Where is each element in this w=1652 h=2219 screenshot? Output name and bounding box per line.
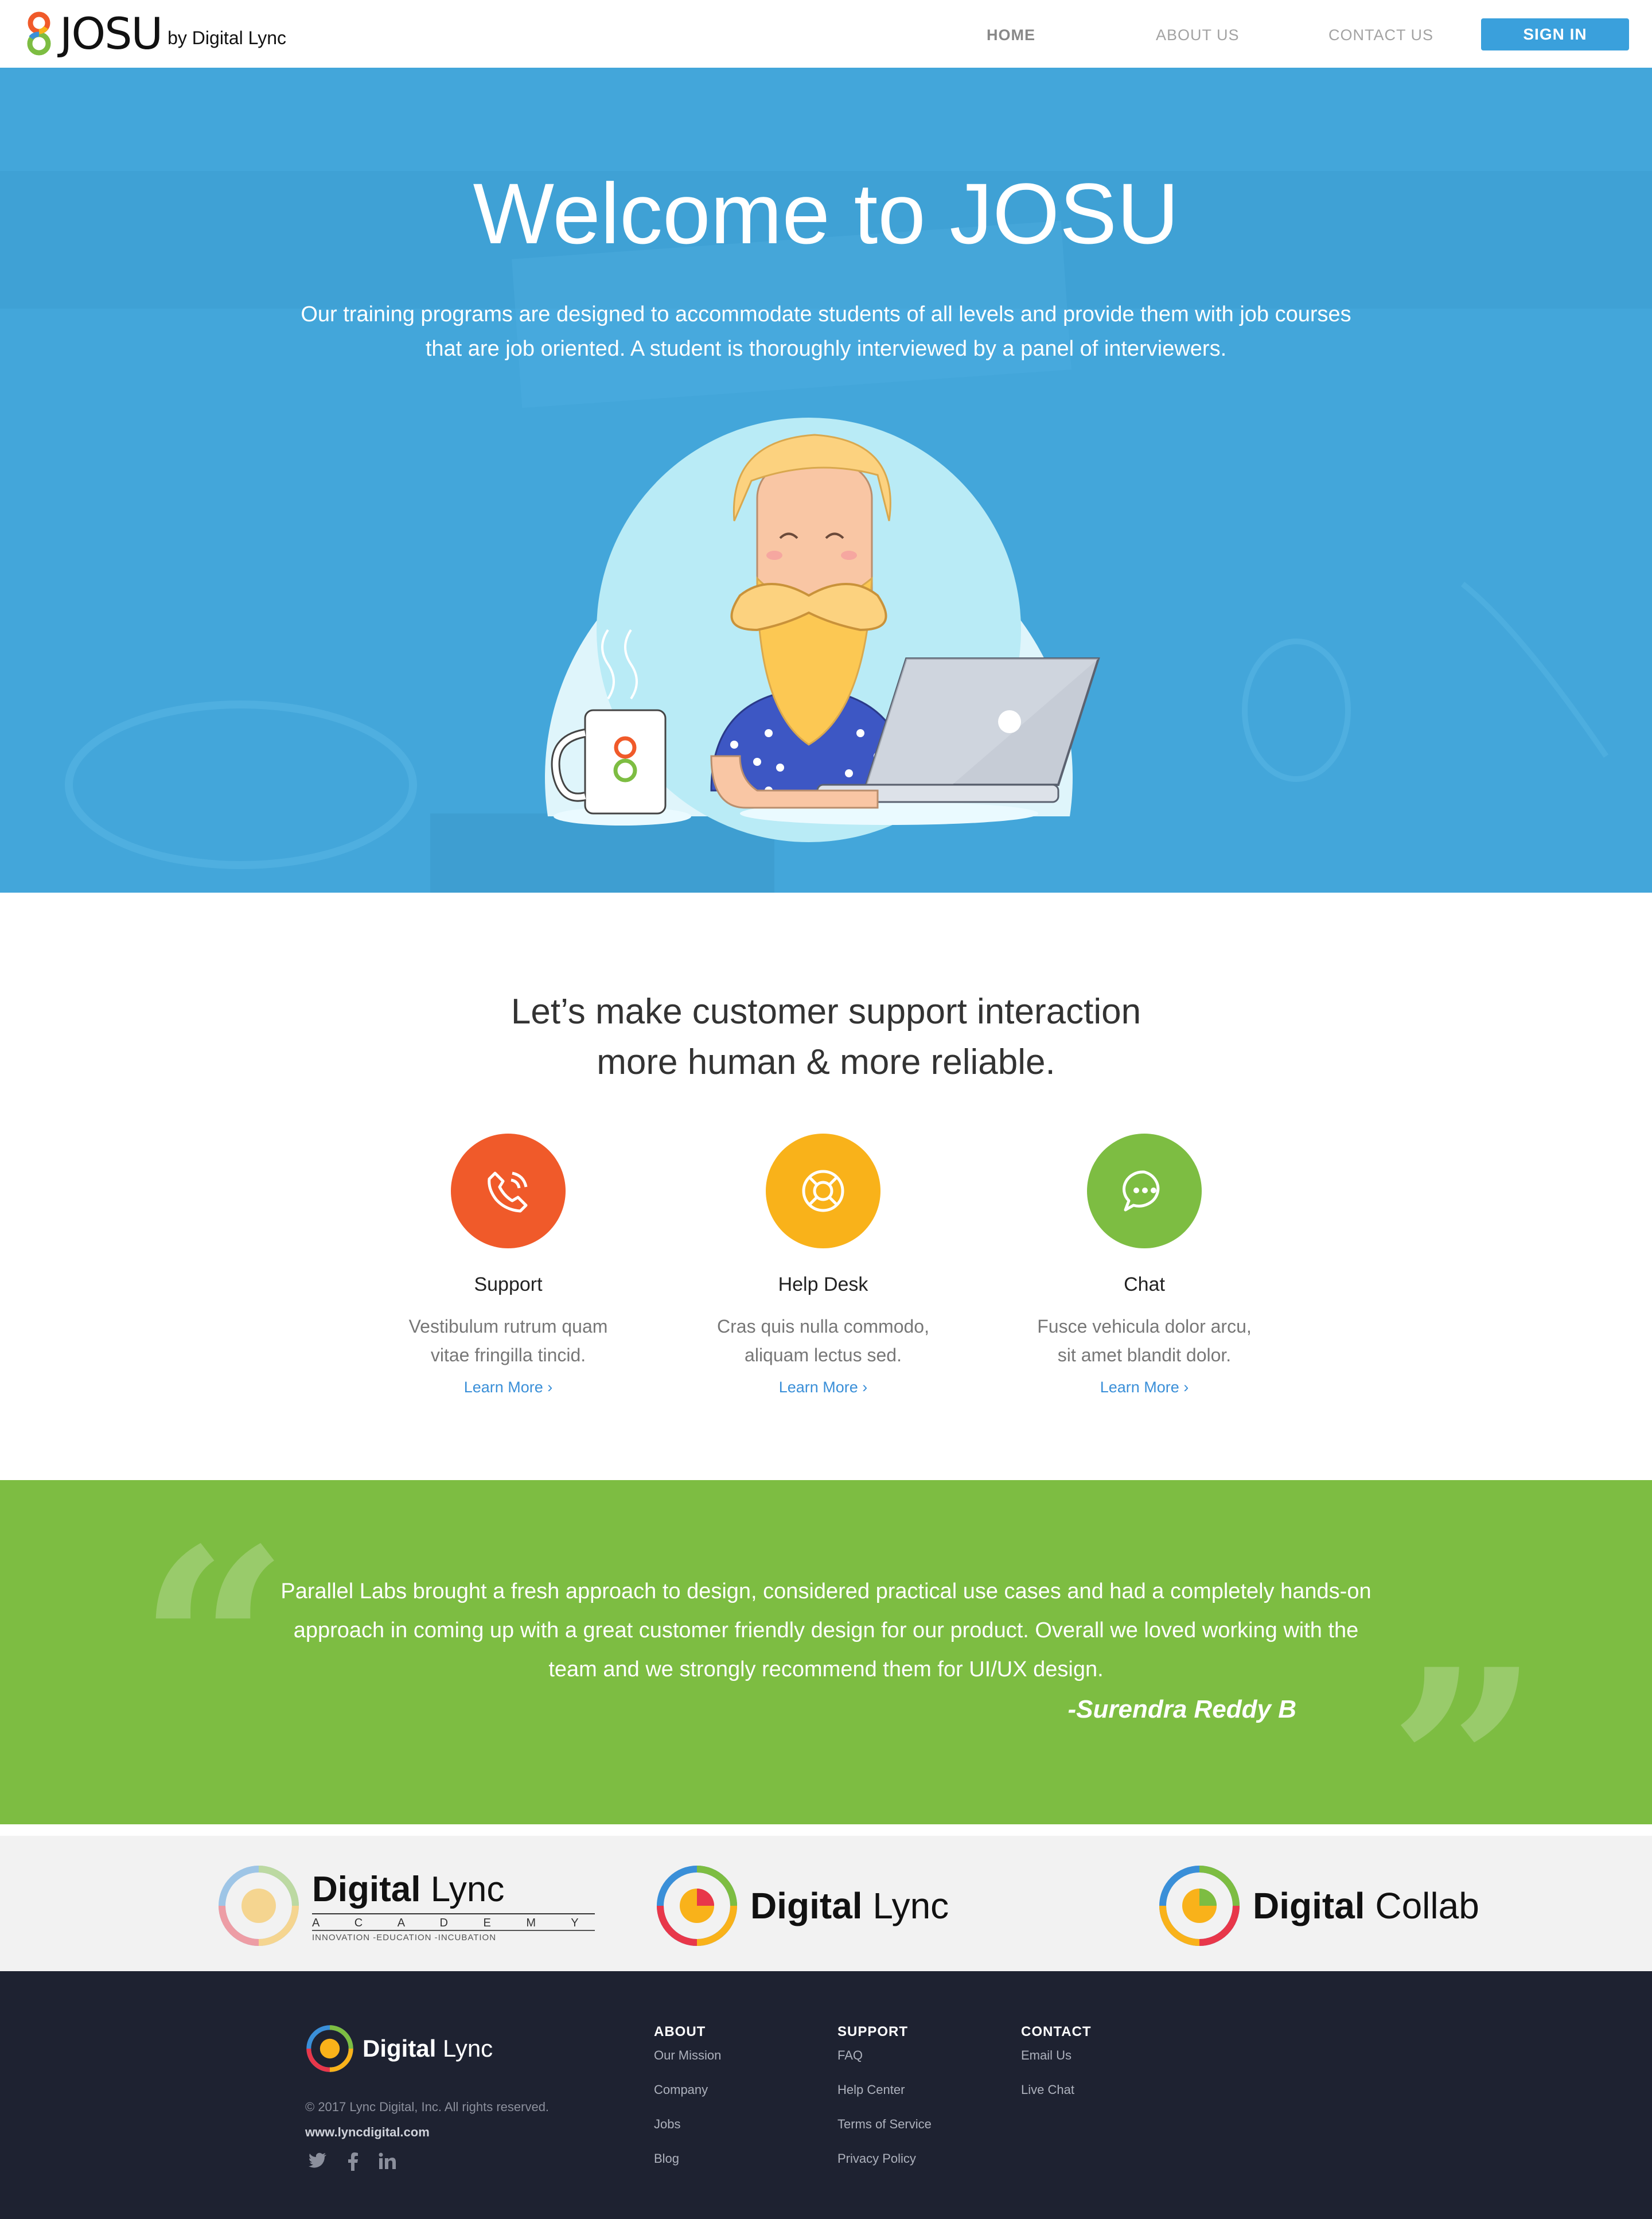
digital-lync-wordmark: Digital Lync <box>750 1885 949 1926</box>
feature-title: Support <box>474 1274 543 1295</box>
feature-desc-line2: aliquam lectus sed. <box>745 1345 902 1365</box>
phone-icon <box>488 1171 528 1213</box>
feature-support: Support Vestibulum rutrum quam vitae fri… <box>359 1134 657 1396</box>
nav-contact-us[interactable]: CONTACT US <box>1328 26 1433 44</box>
digital-lync-academy-icon <box>219 1866 299 1946</box>
learn-more-link[interactable]: Learn More › <box>464 1379 553 1396</box>
josu-logo-icon <box>27 11 51 56</box>
nav-about-us[interactable]: ABOUT US <box>1156 26 1240 44</box>
footer-col-about: ABOUT Our Mission Company Jobs Blog <box>654 2024 721 2186</box>
academy-tagline: INNOVATION -EDUCATION -INCUBATION <box>312 1930 595 1942</box>
feature-description: Cras quis nulla commodo, aliquam lectus … <box>674 1312 972 1369</box>
testimonial-text: Parallel Labs brought a fresh approach t… <box>252 1572 1400 1689</box>
feature-chat: Chat Fusce vehicula dolor arcu, sit amet… <box>995 1134 1293 1396</box>
help-desk-badge[interactable] <box>766 1134 880 1248</box>
support-badge[interactable] <box>451 1134 566 1248</box>
footer-link[interactable]: Privacy Policy <box>837 2151 932 2166</box>
digital-collab-icon <box>1159 1866 1240 1946</box>
digital-lync-logo[interactable]: Digital Lync <box>654 1860 949 1952</box>
footer-link[interactable]: Terms of Service <box>837 2117 932 2132</box>
nav-home[interactable]: HOME <box>987 26 1035 44</box>
facebook-icon[interactable] <box>348 2152 358 2171</box>
learn-more-link[interactable]: Learn More › <box>1100 1379 1189 1396</box>
logo-byline: by Digital Lync <box>167 27 287 48</box>
digital-collab-logo[interactable]: Digital Collab <box>1156 1860 1479 1952</box>
footer-logo[interactable]: Digital Lync <box>305 2024 493 2073</box>
feature-description: Vestibulum rutrum quam vitae fringilla t… <box>359 1312 657 1369</box>
feature-description: Fusce vehicula dolor arcu, sit amet blan… <box>995 1312 1293 1369</box>
feature-desc-line1: Cras quis nulla commodo, <box>717 1316 929 1337</box>
twitter-icon[interactable] <box>309 2152 327 2169</box>
digital-lync-academy-logo[interactable]: Digital Lync A C A D E M Y INNOVATION -E… <box>216 1860 595 1952</box>
footer-link[interactable]: Live Chat <box>1021 2082 1092 2097</box>
feature-desc-line1: Vestibulum rutrum quam <box>408 1316 608 1337</box>
testimonial-line3: team and we strongly recommend them for … <box>548 1657 1104 1681</box>
digital-lync-icon <box>657 1866 737 1946</box>
footer-link[interactable]: Email Us <box>1021 2048 1092 2063</box>
testimonial-author: -Surendra Reddy B <box>1067 1695 1296 1723</box>
footer-link[interactable]: Blog <box>654 2151 721 2166</box>
partner-logos: Digital Lync A C A D E M Y INNOVATION -E… <box>0 1836 1652 1971</box>
social-links <box>309 2152 396 2171</box>
website-link[interactable]: www.lyncdigital.com <box>305 2125 430 2140</box>
footer-col-contact: CONTACT Email Us Live Chat <box>1021 2024 1092 2117</box>
learn-more-link[interactable]: Learn More › <box>779 1379 868 1396</box>
hero-subtitle-line1: Our training programs are designed to ac… <box>301 302 1351 326</box>
academy-label: A C A D E M Y <box>312 1913 595 1930</box>
feature-desc-line1: Fusce vehicula dolor arcu, <box>1037 1316 1252 1337</box>
footer-link[interactable]: Help Center <box>837 2082 932 2097</box>
footer-link[interactable]: FAQ <box>837 2048 932 2063</box>
copyright-text: © 2017 Lync Digital, Inc. All rights res… <box>305 2100 550 2114</box>
footer-link[interactable]: Company <box>654 2082 721 2097</box>
chat-icon <box>1123 1170 1160 1212</box>
digital-collab-wordmark: Digital Collab <box>1253 1885 1479 1926</box>
footer-link[interactable]: Jobs <box>654 2117 721 2132</box>
linkedin-icon[interactable] <box>379 2152 396 2170</box>
footer-logo-icon <box>306 2025 353 2072</box>
hero-subtitle-line2: that are job oriented. A student is thor… <box>425 337 1227 361</box>
site-footer: Digital Lync © 2017 Lync Digital, Inc. A… <box>0 1971 1652 2219</box>
testimonial-line2: approach in coming up with a great custo… <box>293 1618 1359 1642</box>
academy-wordmark: Digital Lync A C A D E M Y INNOVATION -E… <box>312 1869 595 1942</box>
hero-subtitle: Our training programs are designed to ac… <box>275 297 1377 366</box>
testimonial-line1: Parallel Labs brought a fresh approach t… <box>280 1579 1372 1603</box>
footer-col-title: ABOUT <box>654 2024 706 2039</box>
footer-link[interactable]: Our Mission <box>654 2048 721 2063</box>
feature-desc-line2: sit amet blandit dolor. <box>1057 1345 1232 1365</box>
feature-help-desk: Help Desk Cras quis nulla commodo, aliqu… <box>674 1134 972 1396</box>
feature-title: Chat <box>1124 1274 1165 1295</box>
logo-text: JOSU <box>60 8 163 59</box>
feature-desc-line2: vitae fringilla tincid. <box>430 1345 586 1365</box>
lifebuoy-icon <box>802 1170 844 1212</box>
footer-col-title: SUPPORT <box>837 2024 909 2039</box>
academy-name: Digital Lync <box>312 1870 505 1909</box>
features-heading-line2: more human & more reliable. <box>597 1042 1055 1082</box>
testimonial-section: “ ” Parallel Labs brought a fresh approa… <box>0 1480 1652 1899</box>
hero-title: Welcome to JOSU <box>473 165 1179 262</box>
features-heading: Let’s make customer support interaction … <box>0 987 1652 1088</box>
hero-section: Welcome to JOSU Our training programs ar… <box>0 68 1652 893</box>
top-header: JOSU by Digital Lync HOME ABOUT US CONTA… <box>0 0 1652 68</box>
hero-illustration <box>545 418 1100 842</box>
chat-badge[interactable] <box>1087 1134 1202 1248</box>
footer-col-support: SUPPORT FAQ Help Center Terms of Service… <box>837 2024 932 2186</box>
feature-title: Help Desk <box>778 1274 868 1295</box>
josu-logo[interactable]: JOSU by Digital Lync <box>23 8 286 60</box>
features-heading-line1: Let’s make customer support interaction <box>511 992 1141 1031</box>
footer-col-title: CONTACT <box>1021 2024 1092 2039</box>
sign-in-button[interactable]: SIGN IN <box>1481 18 1629 50</box>
footer-brand: Digital Lync <box>363 2035 493 2062</box>
